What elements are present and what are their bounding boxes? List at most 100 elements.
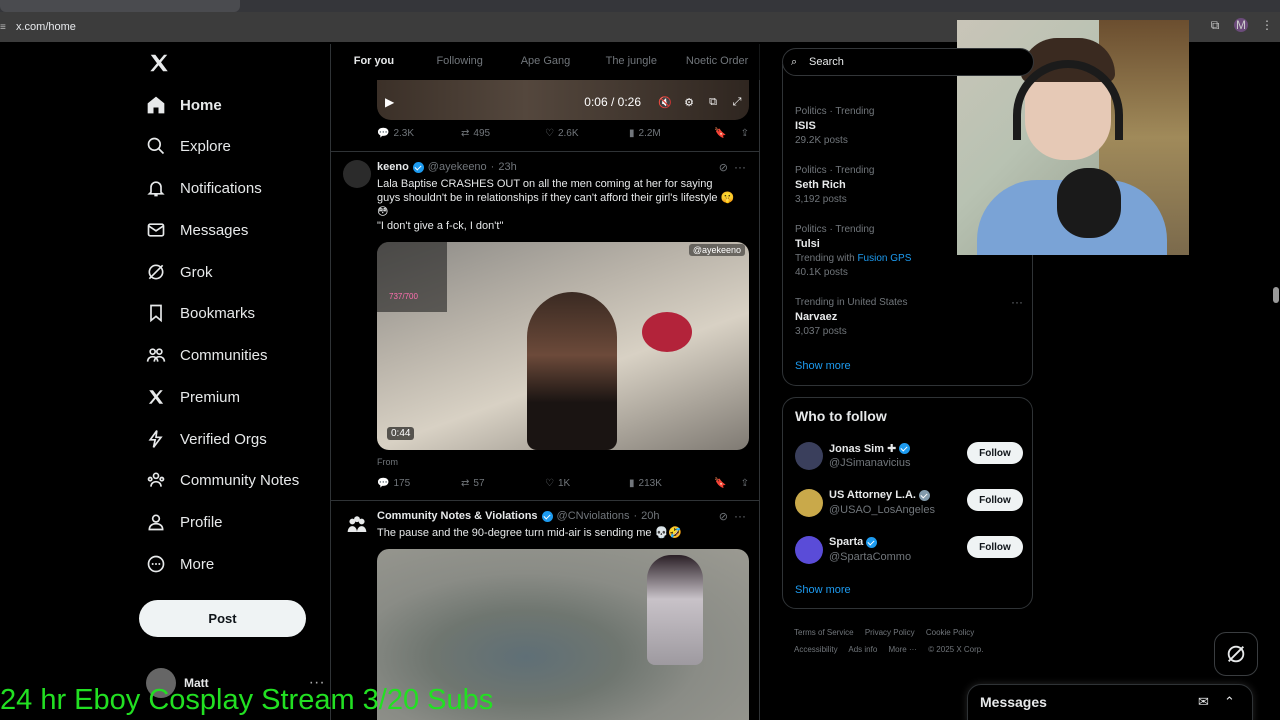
reply-count: 175 [393, 478, 411, 489]
pip-icon[interactable]: ⧉ [705, 96, 721, 109]
follow-suggestion[interactable]: Jonas Sim ✚ @JSimanavicius Follow [795, 440, 1023, 474]
chevron-up-icon[interactable]: ⌃ [1224, 694, 1235, 710]
views-button[interactable]: ▮ 2.2M [629, 128, 713, 139]
like-count: 2.6K [557, 128, 579, 139]
more-dots-icon[interactable]: ··· [734, 160, 746, 174]
footer-link-cookies[interactable]: Cookie Policy [926, 628, 974, 637]
site-info-icon[interactable]: ≡ [0, 22, 10, 33]
follow-button[interactable]: Follow [967, 442, 1023, 464]
nav-grok[interactable]: Grok [138, 252, 213, 292]
tab-for-you[interactable]: For you [331, 44, 417, 80]
tab-ape-gang[interactable]: Ape Gang [503, 44, 589, 80]
grok-icon[interactable]: ⊘ [719, 161, 728, 174]
search-input[interactable] [809, 56, 1009, 68]
mute-icon[interactable]: 🔇 [657, 96, 673, 109]
follow-button[interactable]: Follow [967, 536, 1023, 558]
page-scrollbar[interactable] [1270, 44, 1280, 720]
follow-name[interactable]: Sparta [829, 536, 863, 548]
tab-the-jungle[interactable]: The jungle [588, 44, 674, 80]
repost-button[interactable]: ⇄ 57 [461, 478, 545, 489]
tweet-video[interactable]: 737/700 @ayekeeno 0:44 [377, 242, 749, 450]
author-handle[interactable]: @ayekeeno [428, 161, 487, 173]
show-more-trends-link[interactable]: Show more [795, 360, 851, 372]
footer-link-more[interactable]: More ··· [889, 645, 917, 654]
tweet-time[interactable]: 23h [498, 161, 516, 173]
url-text[interactable]: x.com/home [16, 21, 76, 33]
new-message-icon[interactable]: ✉ [1198, 694, 1209, 710]
nav-home[interactable]: Home [138, 85, 222, 125]
avatar[interactable] [795, 442, 823, 470]
messages-drawer[interactable]: Messages ✉ ⌃ [967, 684, 1253, 720]
nav-label: Communities [180, 346, 268, 364]
nav-notifications[interactable]: Notifications [138, 168, 262, 208]
follow-name[interactable]: US Attorney L.A. [829, 489, 916, 501]
grok-icon[interactable]: ⊘ [719, 510, 728, 523]
reply-button[interactable]: 💬 175 [377, 478, 461, 489]
repost-button[interactable]: ⇄ 495 [461, 128, 545, 139]
nav-more[interactable]: More [138, 544, 214, 584]
bookmark-icon[interactable]: 🔖 [714, 128, 726, 139]
tweet-time[interactable]: 20h [641, 510, 659, 522]
show-more-follow-link[interactable]: Show more [795, 584, 851, 596]
scrollbar-thumb[interactable] [1273, 287, 1279, 303]
repost-count: 495 [473, 128, 491, 139]
nav-label: Grok [180, 263, 213, 281]
nav-bookmarks[interactable]: Bookmarks [138, 293, 255, 333]
nav-profile[interactable]: Profile [138, 502, 223, 542]
people-icon[interactable] [343, 511, 371, 539]
avatar[interactable] [343, 160, 371, 188]
follow-button[interactable]: Follow [967, 489, 1023, 511]
nav-verified-orgs[interactable]: Verified Orgs [138, 419, 267, 459]
lightning-icon [138, 428, 174, 450]
author-name[interactable]: keeno [377, 161, 409, 173]
bookmark-icon[interactable]: 🔖 [714, 478, 726, 489]
from-attribution[interactable]: From [377, 457, 398, 467]
extensions-icon[interactable]: ⧉ [1208, 18, 1222, 32]
footer-link-terms[interactable]: Terms of Service [794, 628, 854, 637]
nav-premium[interactable]: Premium [138, 377, 240, 417]
author-handle[interactable]: @CNviolations [557, 510, 630, 522]
views-button[interactable]: ▮ 213K [629, 478, 713, 489]
tab-following[interactable]: Following [417, 44, 503, 80]
post-button[interactable]: Post [139, 600, 306, 637]
search-icon: ⌕ [791, 55, 798, 68]
nav-explore[interactable]: Explore [138, 126, 231, 166]
reply-icon: 💬 [377, 478, 390, 489]
like-button[interactable]: ♡ 1K [545, 478, 629, 489]
follow-name[interactable]: Jonas Sim ✚ [829, 442, 896, 455]
trend-related-link[interactable]: Fusion GPS [857, 253, 911, 264]
play-icon[interactable]: ▶ [385, 95, 397, 109]
like-count: 1K [557, 478, 571, 489]
footer-link-ads[interactable]: Ads info [848, 645, 877, 654]
avatar[interactable] [795, 536, 823, 564]
share-icon[interactable]: ⇪ [741, 128, 749, 139]
author-name[interactable]: Community Notes & Violations [377, 510, 538, 522]
active-browser-tab[interactable] [0, 0, 240, 12]
browser-menu-icon[interactable]: ⋮ [1260, 18, 1274, 32]
nav-communities[interactable]: Communities [138, 335, 268, 375]
footer-link-accessibility[interactable]: Accessibility [794, 645, 838, 654]
fullscreen-icon[interactable]: ⤢ [729, 96, 745, 109]
follow-suggestion[interactable]: Sparta @SpartaCommo Follow [795, 534, 1023, 568]
browser-profile-icon[interactable]: M [1234, 18, 1248, 32]
grok-floating-button[interactable] [1214, 632, 1258, 676]
nav-community-notes[interactable]: Community Notes [138, 460, 299, 500]
avatar[interactable] [795, 489, 823, 517]
trend-item[interactable]: Trending in United States Narvaez 3,037 … [795, 295, 1025, 337]
share-icon[interactable]: ⇪ [741, 478, 749, 489]
more-dots-icon[interactable]: ··· [734, 509, 746, 523]
microphone-icon [1057, 168, 1121, 238]
follow-suggestion[interactable]: US Attorney L.A. @USAO_LosAngeles Follow [795, 487, 1023, 521]
footer-link-privacy[interactable]: Privacy Policy [865, 628, 915, 637]
search-bar[interactable]: ⌕ [782, 48, 1034, 76]
grok-icon [138, 261, 174, 283]
more-dots-icon[interactable]: ··· [1011, 295, 1023, 309]
nav-messages[interactable]: Messages [138, 210, 248, 250]
reply-button[interactable]: 💬 2.3K [377, 128, 461, 139]
home-icon [138, 94, 174, 116]
tab-noetic-order[interactable]: Noetic Order [674, 44, 760, 80]
like-button[interactable]: ♡ 2.6K [545, 128, 629, 139]
x-logo-icon[interactable] [148, 52, 170, 74]
gear-icon[interactable]: ⚙ [681, 96, 697, 109]
community-notes-icon [138, 469, 174, 491]
